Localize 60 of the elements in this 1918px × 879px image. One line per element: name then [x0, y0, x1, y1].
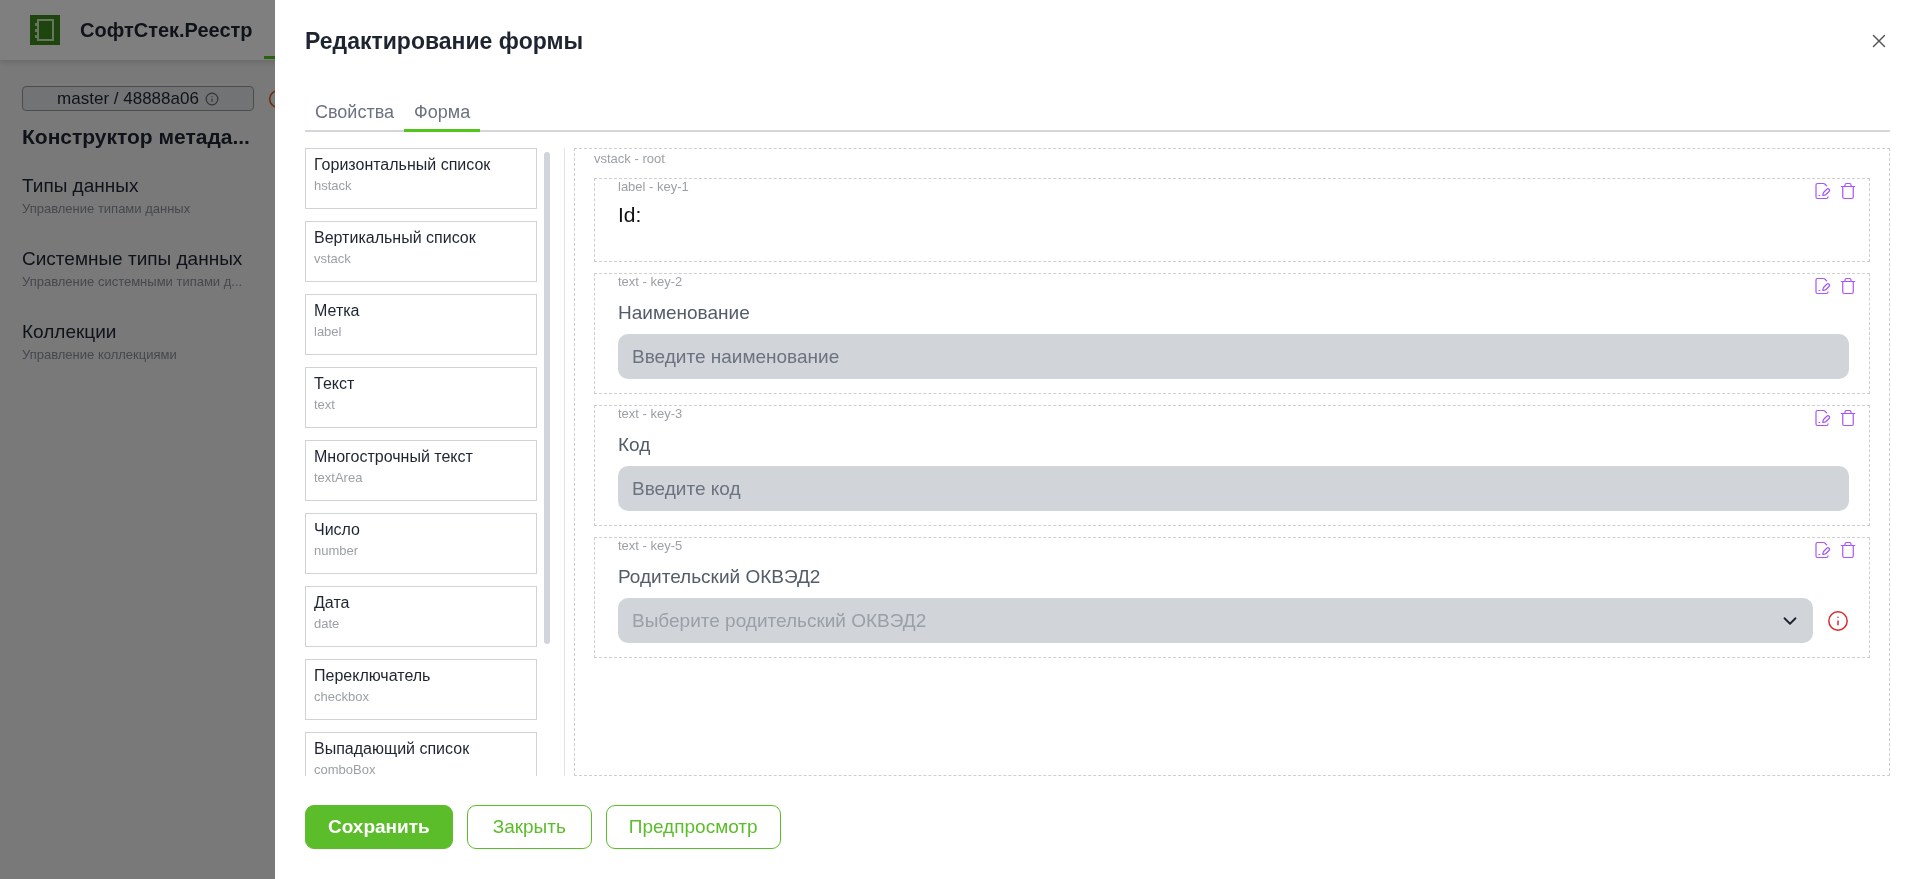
form-element[interactable]: text - key-3 Код Введите код	[594, 405, 1870, 526]
field-label: Код	[618, 434, 652, 456]
component-name: Число	[314, 521, 361, 539]
component-card[interactable]: Метка label	[305, 294, 537, 355]
edit-icon[interactable]	[1813, 182, 1831, 200]
component-type: comboBox	[314, 762, 377, 776]
component-name: Дата	[314, 594, 351, 612]
component-card[interactable]: Дата date	[305, 586, 537, 647]
field-label: Родительский ОКВЭД2	[618, 566, 822, 588]
edit-icon[interactable]	[1813, 277, 1831, 295]
form-element[interactable]: label - key-1 Id:	[594, 178, 1870, 262]
element-tag: text - key-2	[618, 274, 683, 290]
component-card[interactable]: Выпадающий список comboBox	[305, 732, 537, 776]
section-link[interactable]: Типы данных	[22, 175, 139, 197]
tab[interactable]: Форма	[404, 102, 481, 132]
component-name: Выпадающий список	[314, 740, 471, 758]
edit-icon[interactable]	[1813, 409, 1831, 427]
component-name: Текст	[314, 375, 356, 393]
component-type: vstack	[314, 251, 352, 266]
element-tag: text - key-5	[618, 538, 683, 554]
trash-icon[interactable]	[1839, 182, 1857, 200]
component-card[interactable]: Текст text	[305, 367, 537, 428]
component-type: checkbox	[314, 689, 370, 704]
container-tag: vstack - root	[594, 151, 665, 167]
component-card[interactable]: Вертикальный список vstack	[305, 221, 537, 282]
component-type: label	[314, 324, 343, 339]
component-name: Переключатель	[314, 667, 432, 685]
section-link[interactable]: Системные типы данных	[22, 248, 243, 270]
component-card[interactable]: Число number	[305, 513, 537, 574]
edit-icon[interactable]	[1813, 541, 1831, 559]
component-name: Метка	[314, 302, 361, 320]
field-label: Наименование	[618, 302, 751, 324]
component-name: Вертикальный список	[314, 229, 477, 247]
branch-badge[interactable]: master / 48888a06	[22, 86, 254, 111]
trash-icon[interactable]	[1839, 409, 1857, 427]
component-card[interactable]: Переключатель checkbox	[305, 659, 537, 720]
tab[interactable]: Свойства	[305, 102, 405, 132]
component-name: Горизонтальный список	[314, 156, 492, 174]
component-type: text	[314, 397, 336, 412]
component-type: date	[314, 616, 341, 631]
label-text: Id:	[618, 203, 643, 227]
component-card[interactable]: Горизонтальный список hstack	[305, 148, 537, 209]
app-logo-icon	[30, 15, 60, 45]
trash-icon[interactable]	[1839, 277, 1857, 295]
input-field[interactable]: Введите код	[618, 466, 1849, 511]
element-tag: label - key-1	[618, 179, 689, 195]
page-title: Конструктор метада...	[22, 125, 250, 149]
modal-title: Редактирование формы	[305, 27, 584, 55]
component-name: Многострочный текст	[314, 448, 474, 466]
input-field[interactable]: Введите наименование	[618, 334, 1849, 379]
trash-icon[interactable]	[1839, 541, 1857, 559]
form-element[interactable]: text - key-2 Наименование Введите наименование	[594, 273, 1870, 394]
scrollbar-thumb[interactable]	[544, 152, 550, 644]
component-type: textArea	[314, 470, 364, 485]
component-type: hstack	[314, 178, 353, 193]
app-name: СофтСтек.Реестр	[80, 18, 253, 42]
component-card[interactable]: Многострочный текст textArea	[305, 440, 537, 501]
section-link[interactable]: Коллекции	[22, 321, 117, 343]
component-type: number	[314, 543, 360, 558]
element-tag: text - key-3	[618, 406, 683, 422]
